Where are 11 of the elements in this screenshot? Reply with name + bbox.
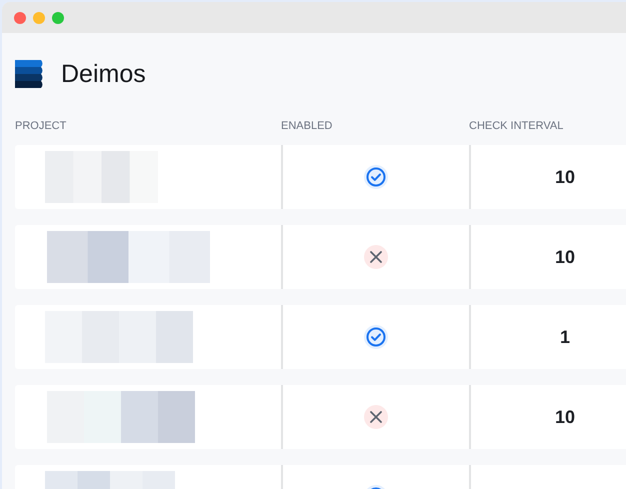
column-header: CHECK INTERVAL	[469, 120, 564, 132]
interval-value: 10	[554, 166, 576, 188]
column-header: PROJECT	[15, 120, 68, 132]
minimize-window-button[interactable]	[33, 12, 45, 24]
column-header: ENABLED	[281, 120, 334, 132]
interval-value: 10	[554, 406, 576, 428]
close-window-button[interactable]	[14, 12, 26, 24]
interval-value: 10	[554, 246, 576, 268]
interval-value: 1	[560, 326, 570, 348]
app-title: Deimos	[61, 60, 146, 88]
zoom-window-button[interactable]	[52, 12, 64, 24]
